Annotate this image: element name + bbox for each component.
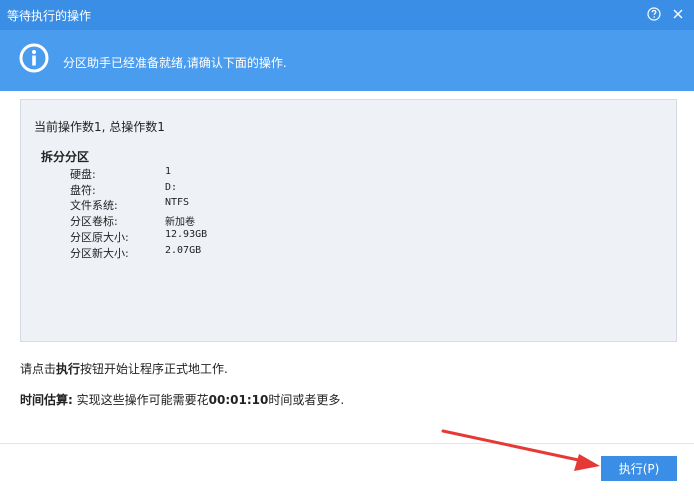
operation-title: 拆分分区: [41, 150, 90, 164]
help-button[interactable]: [645, 5, 663, 23]
hint-button-ref: 执行: [56, 362, 81, 376]
property-label: 分区新大小:: [70, 247, 129, 260]
execute-button[interactable]: 执行(P): [601, 456, 677, 481]
estimate-prefix: 实现这些操作可能需要花: [72, 393, 209, 407]
estimate-time: 00:01:10: [208, 393, 269, 407]
estimate-label: 时间估算:: [20, 393, 73, 407]
property-value: 新加卷: [165, 217, 195, 228]
title-bar: 等待执行的操作: [0, 0, 694, 30]
footer-divider: [0, 443, 694, 444]
hint-prefix: 请点击: [20, 362, 57, 376]
property-value: 2.07GB: [165, 245, 202, 256]
help-icon: [647, 7, 661, 21]
property-label: 盘符:: [70, 184, 96, 197]
operations-list: 当前操作数1, 总操作数1 拆分分区 硬盘: 1 盘符: D: 文件系统: NT…: [20, 99, 677, 342]
pending-operations-dialog: 等待执行的操作 分区助手已经准备就绪,请确认下面的操作. 当前操作数1, 总操作…: [0, 0, 694, 496]
operation-count: 当前操作数1, 总操作数1: [34, 120, 165, 134]
time-estimate: 时间估算: 实现这些操作可能需要花00:01:10时间或者更多.: [20, 391, 344, 408]
estimate-suffix: 时间或者更多.: [268, 393, 345, 407]
close-icon: [673, 9, 683, 19]
property-value: NTFS: [165, 197, 190, 208]
property-value: 12.93GB: [165, 229, 208, 240]
property-label: 分区卷标:: [70, 215, 118, 228]
window-title: 等待执行的操作: [7, 9, 92, 23]
property-value: D:: [165, 182, 178, 193]
hint-suffix: 按钮开始让程序正式地工作.: [80, 362, 228, 376]
info-icon: [19, 43, 49, 73]
property-label: 分区原大小:: [70, 231, 129, 244]
property-label: 文件系统:: [70, 199, 118, 212]
close-button[interactable]: [669, 5, 687, 23]
property-value: 1: [165, 166, 172, 177]
info-banner: 分区助手已经准备就绪,请确认下面的操作.: [0, 30, 694, 91]
property-label: 硬盘:: [70, 168, 96, 181]
execute-hint: 请点击执行按钮开始让程序正式地工作.: [20, 360, 228, 377]
banner-message: 分区助手已经准备就绪,请确认下面的操作.: [63, 56, 287, 70]
